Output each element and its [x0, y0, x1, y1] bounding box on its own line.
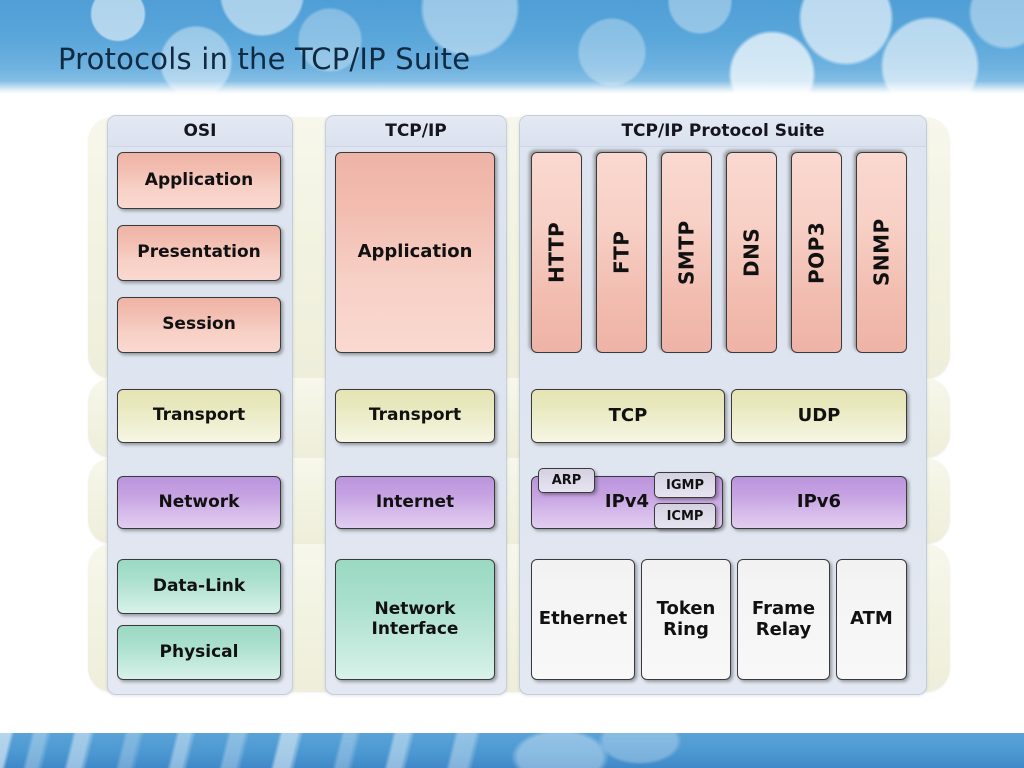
protocol-http[interactable]: HTTP [531, 152, 582, 353]
column-header-tcpip: TCP/IP [326, 116, 506, 147]
protocol-udp[interactable]: UDP [731, 389, 907, 443]
osi-layer-physical[interactable]: Physical [117, 625, 281, 680]
protocol-frame-relay[interactable]: Frame Relay [737, 559, 830, 680]
osi-layer-session[interactable]: Session [117, 297, 281, 353]
protocol-icmp[interactable]: ICMP [654, 503, 716, 529]
column-header-protocol-suite: TCP/IP Protocol Suite [520, 116, 926, 147]
slide-header-banner: Protocols in the TCP/IP Suite [0, 0, 1024, 95]
page-title: Protocols in the TCP/IP Suite [58, 42, 471, 76]
osi-layer-application[interactable]: Application [117, 152, 281, 209]
protocol-token-ring[interactable]: Token Ring [641, 559, 731, 680]
osi-layer-network[interactable]: Network [117, 476, 281, 529]
tcpip-layer-transport[interactable]: Transport [335, 389, 495, 443]
token-ring-line-1: Token [656, 598, 716, 620]
tcpip-layer-internet[interactable]: Internet [335, 476, 495, 529]
protocol-arp[interactable]: ARP [538, 468, 595, 493]
protocol-snmp[interactable]: SNMP [856, 152, 907, 353]
osi-layer-presentation[interactable]: Presentation [117, 225, 281, 281]
protocol-pop3[interactable]: POP3 [791, 152, 842, 353]
frame-relay-line-1: Frame [751, 598, 816, 620]
tcpip-protocol-stack-diagram: OSI Application Presentation Session Tra… [0, 95, 1024, 735]
token-ring-line-2: Ring [663, 618, 709, 640]
column-header-osi: OSI [108, 116, 292, 147]
osi-layer-transport[interactable]: Transport [117, 389, 281, 443]
protocol-ftp[interactable]: FTP [596, 152, 647, 353]
osi-layer-data-link[interactable]: Data-Link [117, 559, 281, 614]
protocol-ipv6[interactable]: IPv6 [731, 476, 907, 529]
protocol-tcp[interactable]: TCP [531, 389, 725, 443]
atm-line-1: ATM [850, 608, 893, 630]
network-interface-line-1: Network [374, 599, 456, 620]
tcpip-layer-network-interface[interactable]: Network Interface [335, 559, 495, 680]
protocol-dns[interactable]: DNS [726, 152, 777, 353]
ethernet-line-1: Ethernet [538, 608, 628, 630]
protocol-atm[interactable]: ATM [836, 559, 907, 680]
protocol-smtp[interactable]: SMTP [661, 152, 712, 353]
frame-relay-line-2: Relay [755, 618, 812, 640]
protocol-igmp[interactable]: IGMP [654, 472, 716, 498]
tcpip-layer-application[interactable]: Application [335, 152, 495, 353]
protocol-ethernet[interactable]: Ethernet [531, 559, 635, 680]
network-interface-line-2: Interface [371, 618, 459, 639]
slide-footer-banner [0, 733, 1024, 768]
